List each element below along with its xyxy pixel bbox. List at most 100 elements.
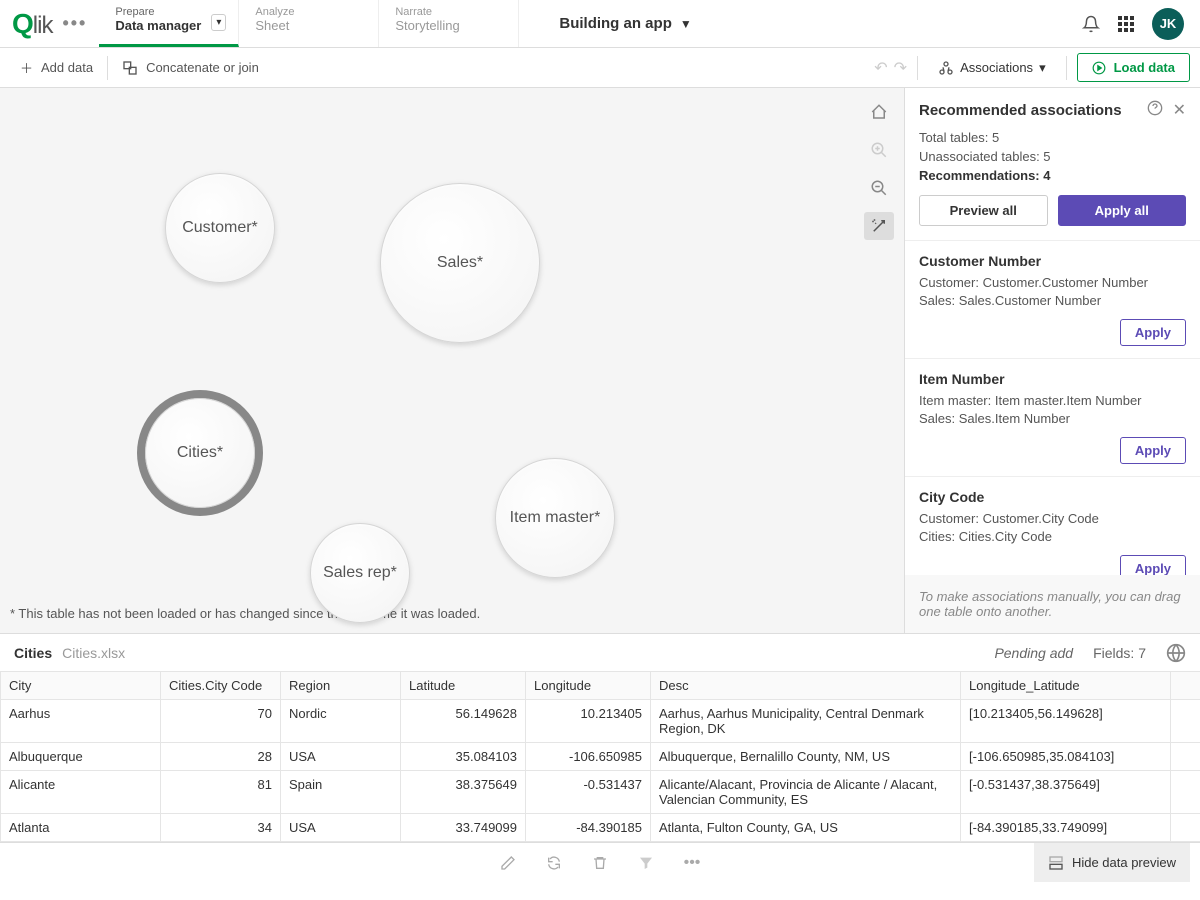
rec-detail: Cities: Cities.City Code — [919, 529, 1186, 544]
plus-icon: ＋ — [20, 58, 33, 77]
recommendation-card[interactable]: Customer NumberCustomer: Customer.Custom… — [905, 241, 1200, 359]
table-row[interactable]: Albuquerque28USA35.084103-106.650985Albu… — [1, 743, 1200, 771]
table-cell: 70 — [161, 700, 281, 743]
table-cell: 34 — [161, 814, 281, 842]
magic-wand-icon[interactable] — [864, 212, 894, 240]
associations-canvas[interactable]: * This table has not been loaded or has … — [0, 88, 905, 633]
table-cell: Alicante/Alacant, Provincia de Alicante … — [651, 771, 961, 814]
stat-recommendations: Recommendations: 4 — [919, 168, 1186, 183]
table-cell: [-84.390185,33.749099] — [961, 814, 1171, 842]
tab-label: Data manager — [115, 18, 222, 33]
canvas-footnote: * This table has not been loaded or has … — [10, 606, 480, 621]
table-cell: 10.213405 — [526, 700, 651, 743]
table-row[interactable]: Alicante81Spain38.375649-0.531437Alicant… — [1, 771, 1200, 814]
apply-all-button[interactable]: Apply all — [1058, 195, 1187, 226]
tab-prepare[interactable]: Prepare Data manager ▾ — [99, 0, 239, 47]
chevron-down-icon: ▾ — [1039, 60, 1046, 76]
table-cell: -106.650985 — [526, 743, 651, 771]
table-cell: 35.084103 — [401, 743, 526, 771]
rec-title: City Code — [919, 489, 1186, 505]
panel-title: Recommended associations — [919, 102, 1122, 119]
rec-detail: Sales: Sales.Customer Number — [919, 293, 1186, 308]
table-row[interactable]: Aarhus70Nordic56.14962810.213405Aarhus, … — [1, 700, 1200, 743]
delete-icon[interactable] — [592, 855, 608, 871]
table-cell: [-106.650985,35.084103] — [961, 743, 1171, 771]
table-cell: Albuquerque — [1, 743, 161, 771]
canvas-tools — [864, 98, 894, 240]
header-right: JK — [1066, 0, 1200, 47]
top-header: Qlik ••• Prepare Data manager ▾ Analyze … — [0, 0, 1200, 48]
preview-fields: Fields: 7 — [1093, 645, 1146, 661]
table-cell: [-0.531437,38.375649] — [961, 771, 1171, 814]
grid-menu-icon[interactable] — [1118, 16, 1134, 32]
table-bubble[interactable]: Cities* — [145, 398, 255, 508]
table-cell: Albuquerque, Bernalillo County, NM, US — [651, 743, 961, 771]
app-title[interactable]: Building an app ▼ — [519, 0, 1066, 47]
divider — [1066, 56, 1067, 80]
hide-preview-button[interactable]: Hide data preview — [1034, 843, 1190, 882]
column-header[interactable]: Cities.City Code — [161, 672, 281, 700]
bell-icon[interactable] — [1082, 15, 1100, 33]
refresh-icon[interactable] — [546, 855, 562, 871]
logo-area: Qlik ••• — [0, 0, 99, 47]
table-cell: Alicante — [1, 771, 161, 814]
chevron-down-icon[interactable]: ▾ — [211, 14, 226, 31]
associations-icon — [938, 60, 954, 76]
column-header[interactable]: Latitude — [401, 672, 526, 700]
tab-analyze[interactable]: Analyze Sheet — [239, 0, 379, 47]
tab-narrate[interactable]: Narrate Storytelling — [379, 0, 519, 47]
edit-icon[interactable] — [500, 855, 516, 871]
table-row[interactable]: Atlanta34USA33.749099-84.390185Atlanta, … — [1, 814, 1200, 842]
table-bubble[interactable]: Sales rep* — [310, 523, 410, 623]
column-header[interactable]: Region — [281, 672, 401, 700]
close-icon[interactable]: ✕ — [1173, 100, 1186, 120]
logo-more-icon[interactable]: ••• — [62, 13, 87, 34]
chevron-down-icon: ▼ — [680, 17, 692, 31]
recommendation-card[interactable]: City Code Customer: Customer.City Code Cit… — [905, 477, 1200, 575]
table-bubble[interactable]: Customer* — [165, 173, 275, 283]
rec-title: Customer Number — [919, 253, 1186, 269]
filter-icon[interactable] — [638, 855, 654, 871]
table-cell: Atlanta, Fulton County, GA, US — [651, 814, 961, 842]
divider — [107, 56, 108, 80]
toolbar: ＋ Add data Concatenate or join ↶ ↷ Assoc… — [0, 48, 1200, 88]
undo-icon[interactable]: ↶ — [874, 58, 887, 78]
table-bubble[interactable]: Sales* — [380, 183, 540, 343]
preview-table: CityCities.City CodeRegionLatitudeLongit… — [0, 671, 1200, 842]
main-area: * This table has not been loaded or has … — [0, 88, 1200, 633]
column-header[interactable]: Longitude — [526, 672, 651, 700]
home-icon[interactable] — [864, 98, 894, 126]
more-icon[interactable]: ••• — [684, 854, 701, 872]
column-header[interactable]: City — [1, 672, 161, 700]
preview-table-name: Cities — [14, 645, 52, 661]
zoom-in-icon[interactable] — [864, 136, 894, 164]
view-dropdown[interactable]: Associations ▾ — [928, 54, 1056, 82]
table-cell: 33.749099 — [401, 814, 526, 842]
column-header[interactable]: Desc — [651, 672, 961, 700]
recommendation-card[interactable]: Item NumberItem master: Item master.Item… — [905, 359, 1200, 477]
table-bubble[interactable]: Item master* — [495, 458, 615, 578]
add-data-button[interactable]: ＋ Add data — [10, 52, 103, 83]
play-icon — [1092, 61, 1106, 75]
redo-icon[interactable]: ↷ — [894, 58, 907, 78]
table-cell: -84.390185 — [526, 814, 651, 842]
load-data-button[interactable]: Load data — [1077, 53, 1190, 82]
tab-label: Storytelling — [395, 18, 502, 33]
apply-button[interactable]: Apply — [1120, 555, 1186, 575]
rec-detail: Customer: Customer.City Code — [919, 511, 1186, 526]
panel-hint: To make associations manually, you can d… — [905, 575, 1200, 633]
help-icon[interactable] — [1147, 100, 1163, 120]
tab-label: Sheet — [255, 18, 362, 33]
apply-button[interactable]: Apply — [1120, 319, 1186, 346]
divider — [917, 56, 918, 80]
zoom-out-icon[interactable] — [864, 174, 894, 202]
preview-footer: ••• Hide data preview — [0, 842, 1200, 882]
globe-icon[interactable] — [1166, 643, 1186, 663]
column-header[interactable]: Longitude_Latitude — [961, 672, 1171, 700]
preview-pending: Pending add — [994, 645, 1073, 661]
concatenate-button[interactable]: Concatenate or join — [112, 54, 269, 82]
apply-button[interactable]: Apply — [1120, 437, 1186, 464]
preview-all-button[interactable]: Preview all — [919, 195, 1048, 226]
avatar[interactable]: JK — [1152, 8, 1184, 40]
tab-sup: Analyze — [255, 6, 362, 18]
